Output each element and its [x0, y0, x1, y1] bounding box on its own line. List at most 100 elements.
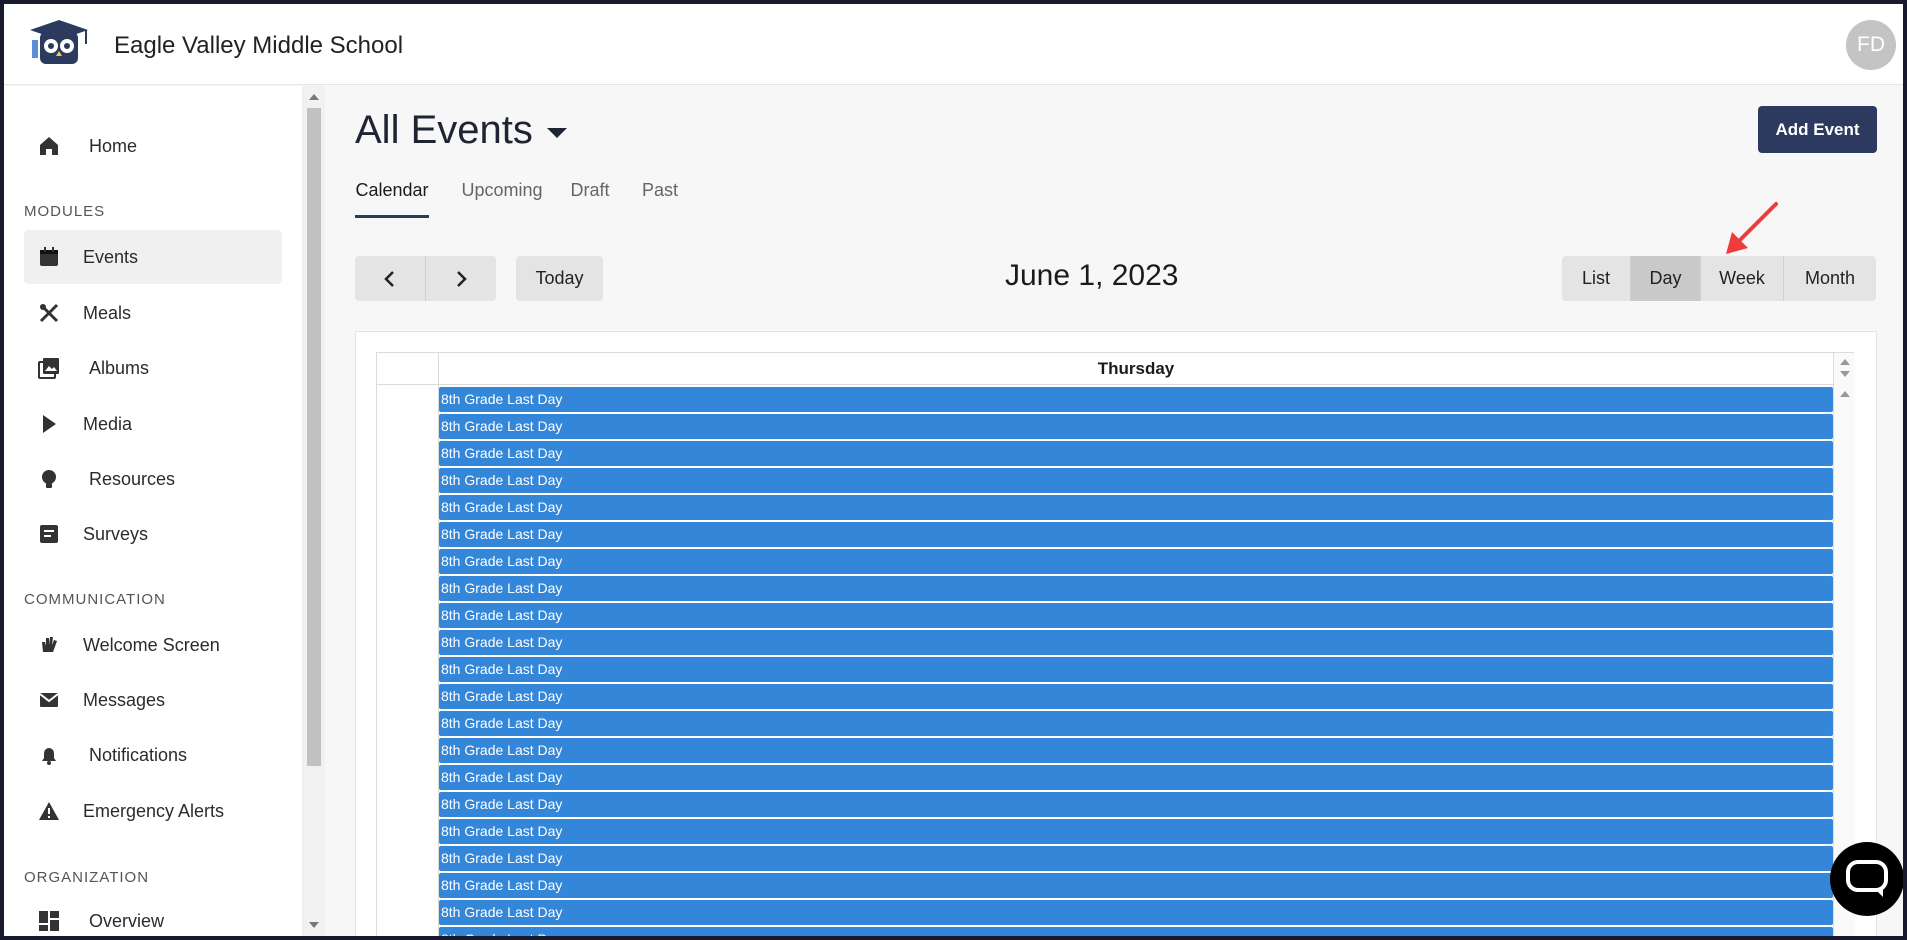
sidebar-item-surveys[interactable]: Surveys [24, 507, 282, 561]
sidebar-item-media[interactable]: Media [24, 397, 282, 451]
survey-icon [37, 522, 61, 546]
play-icon [37, 412, 61, 436]
event-item[interactable]: 8th Grade Last Day [439, 630, 1833, 655]
sidebar-item-label: Albums [89, 357, 150, 378]
event-item[interactable]: 8th Grade Last Day [439, 846, 1833, 871]
sidebar-item-label: Messages [83, 689, 166, 710]
current-date-title: June 1, 2023 [1005, 259, 1179, 292]
chevron-right-icon [457, 270, 467, 287]
today-button[interactable]: Today [516, 256, 603, 301]
school-owl-logo [30, 20, 88, 64]
sidebar-item-events[interactable]: Events [24, 230, 282, 284]
sidebar-item-label: Events [83, 246, 139, 267]
event-item[interactable]: 8th Grade Last Day [439, 657, 1833, 682]
event-item[interactable]: 8th Grade Last Day [439, 603, 1833, 628]
tab-calendar[interactable]: Calendar [355, 178, 429, 218]
sidebar-scrollbar[interactable] [303, 86, 325, 936]
view-week-button[interactable]: Week [1701, 256, 1784, 301]
sidebar-item-home[interactable]: Home [24, 119, 282, 173]
user-avatar[interactable]: FD [1846, 20, 1896, 70]
sidebar-item-emergency-alerts[interactable]: Emergency Alerts [24, 784, 282, 838]
event-item[interactable]: 8th Grade Last Day [439, 387, 1833, 412]
event-item[interactable]: 8th Grade Last Day [439, 711, 1833, 736]
dashboard-icon [37, 909, 61, 933]
sidebar-item-albums[interactable]: Albums [24, 341, 282, 395]
calendar-card: Thursday 8th Grade Last Day 8th Grade Las… [355, 331, 1877, 936]
event-filter-dropdown[interactable]: All Events [355, 108, 567, 153]
sidebar-item-label: Notifications [89, 744, 188, 765]
photo-library-icon [37, 356, 61, 380]
date-navigation [355, 256, 496, 301]
event-item[interactable]: 8th Grade Last Day [439, 576, 1833, 601]
view-list-button[interactable]: List [1562, 256, 1631, 301]
warning-icon [37, 799, 61, 823]
tab-draft[interactable]: Draft [565, 178, 615, 218]
scrollbar-thumb[interactable] [307, 108, 321, 766]
event-item[interactable]: 8th Grade Last Day [439, 900, 1833, 925]
event-item[interactable]: 8th Grade Last Day [439, 792, 1833, 817]
time-gutter [377, 385, 439, 936]
main-content: All Events Add Event Calendar Upcoming D… [325, 86, 1903, 936]
event-item[interactable]: 8th Grade Last Day [439, 495, 1833, 520]
scroll-up-arrow-icon[interactable] [309, 94, 319, 100]
sidebar-item-label: Resources [89, 468, 176, 489]
sidebar-item-label: Media [83, 413, 133, 434]
sidebar-item-meals[interactable]: Meals [24, 286, 282, 340]
calendar-header: Thursday [377, 353, 1833, 385]
section-heading-organization: ORGANIZATION [24, 869, 150, 886]
today-group: Today [516, 256, 603, 301]
chat-button[interactable] [1830, 842, 1903, 916]
event-item[interactable]: 8th Grade Last Day [439, 738, 1833, 763]
event-item[interactable]: 8th Grade Last Day [439, 765, 1833, 790]
utensils-icon [37, 301, 61, 325]
event-item[interactable]: 8th Grade Last Day [439, 468, 1833, 493]
top-header: Eagle Valley Middle School FD [4, 4, 1903, 85]
sidebar-item-notifications[interactable]: Notifications [24, 728, 282, 782]
lightbulb-icon [37, 467, 61, 491]
event-item[interactable]: 8th Grade Last Day [439, 819, 1833, 844]
section-heading-communication: COMMUNICATION [24, 591, 166, 608]
event-item[interactable]: 8th Grade Last Day [439, 414, 1833, 439]
bell-icon [37, 743, 61, 767]
sidebar-item-resources[interactable]: Resources [24, 452, 282, 506]
section-heading-modules: MODULES [24, 203, 106, 220]
event-item[interactable]: 8th Grade Last Day [439, 441, 1833, 466]
event-item[interactable]: 8th Grade Last Day [439, 873, 1833, 898]
day-column-header: Thursday [1097, 359, 1175, 378]
event-item[interactable]: 8th Grade Last Day [439, 522, 1833, 547]
event-list: 8th Grade Last Day 8th Grade Last Day 8th … [439, 387, 1833, 936]
home-icon [37, 134, 61, 158]
view-day-button[interactable]: Day [1631, 256, 1701, 301]
scroll-up-arrow-icon[interactable] [1840, 391, 1850, 397]
sidebar-item-label: Emergency Alerts [83, 800, 225, 821]
sidebar-item-overview[interactable]: Overview [24, 894, 282, 936]
event-item[interactable]: 8th Grade Last Day [439, 927, 1833, 936]
add-event-button[interactable]: Add Event [1758, 106, 1877, 153]
view-month-button[interactable]: Month [1784, 256, 1876, 301]
waving-hand-icon [37, 633, 61, 657]
scroll-down-arrow-icon[interactable] [1840, 371, 1850, 377]
sidebar-item-label: Home [89, 135, 138, 156]
event-item[interactable]: 8th Grade Last Day [439, 549, 1833, 574]
sidebar-item-messages[interactable]: Messages [24, 673, 282, 727]
tab-upcoming[interactable]: Upcoming [457, 178, 547, 218]
next-button[interactable] [426, 256, 496, 301]
previous-button[interactable] [355, 256, 426, 301]
sidebar-item-label: Overview [89, 910, 165, 931]
sidebar-item-label: Welcome Screen [83, 634, 220, 655]
calendar-icon [37, 245, 61, 269]
caret-down-icon [546, 127, 567, 138]
scroll-down-arrow-icon[interactable] [309, 922, 319, 928]
view-switcher: List Day Week Month [1562, 256, 1876, 301]
app-window: Eagle Valley Middle School FD Home MODUL… [4, 4, 1903, 936]
mail-icon [37, 688, 61, 712]
tab-past[interactable]: Past [637, 178, 683, 218]
sidebar: Home MODULES Events Meals Albums Media R… [4, 86, 303, 936]
sidebar-item-label: Surveys [83, 523, 149, 544]
sidebar-item-label: Meals [83, 302, 132, 323]
scroll-up-arrow-icon[interactable] [1840, 359, 1850, 365]
page-title: All Events [355, 108, 533, 152]
event-item[interactable]: 8th Grade Last Day [439, 684, 1833, 709]
school-name: Eagle Valley Middle School [114, 32, 404, 59]
sidebar-item-welcome-screen[interactable]: Welcome Screen [24, 618, 282, 672]
